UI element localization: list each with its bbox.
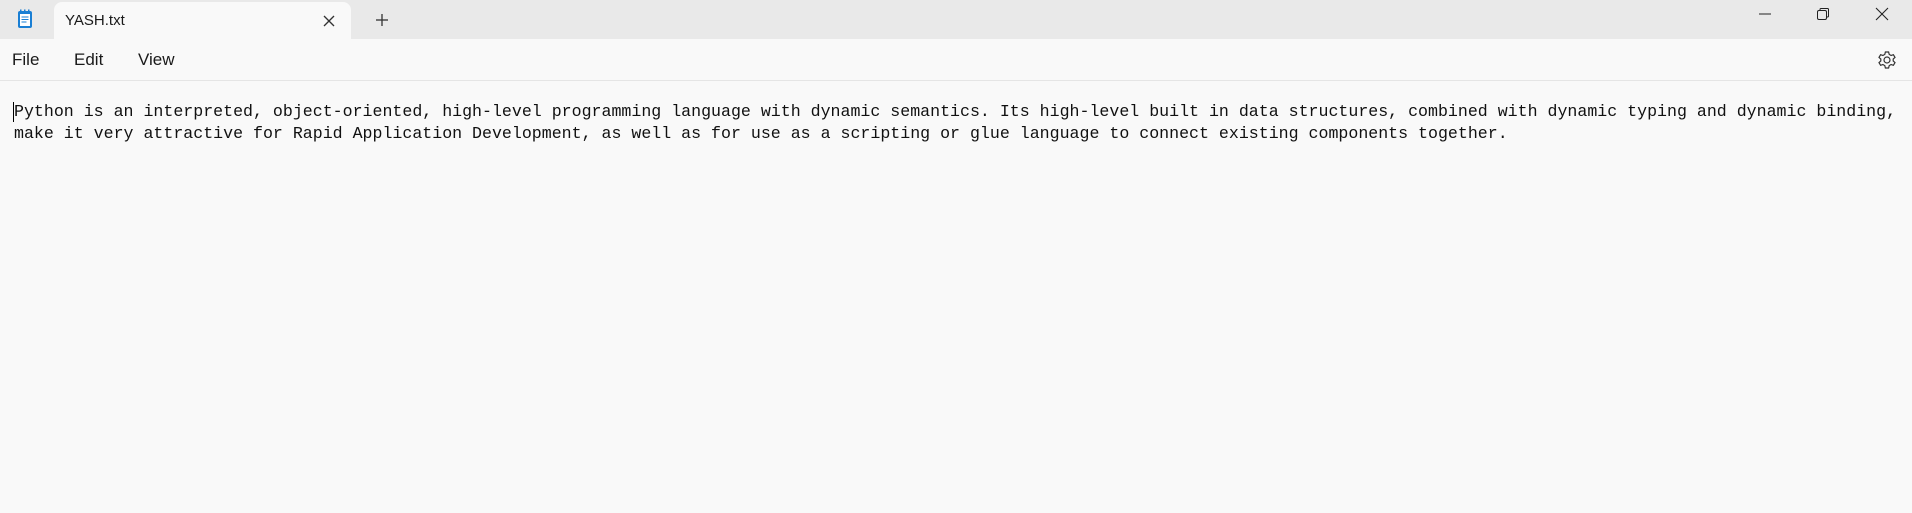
document-line: Python is an interpreted, object-oriente… bbox=[14, 102, 1897, 121]
text-editor[interactable]: Python is an interpreted, object-oriente… bbox=[0, 81, 1912, 513]
notepad-icon bbox=[14, 8, 36, 30]
restore-icon bbox=[1816, 7, 1830, 26]
menu-edit[interactable]: Edit bbox=[74, 50, 103, 70]
menu-bar: File Edit View bbox=[0, 39, 1912, 81]
tab-yash-txt[interactable]: YASH.txt bbox=[54, 2, 351, 39]
document-text[interactable]: Python is an interpreted, object-oriente… bbox=[14, 101, 1896, 145]
maximize-button[interactable] bbox=[1794, 0, 1852, 32]
menu-view[interactable]: View bbox=[138, 50, 175, 70]
document-line: make it very attractive for Rapid Applic… bbox=[14, 124, 1508, 143]
title-bar: YASH.txt bbox=[0, 0, 1912, 39]
close-icon[interactable] bbox=[321, 13, 337, 29]
close-window-button[interactable] bbox=[1853, 0, 1911, 32]
notepad-window: YASH.txt File Edit View Python is an int… bbox=[0, 0, 1912, 513]
menu-file[interactable]: File bbox=[12, 50, 39, 70]
gear-icon[interactable] bbox=[1876, 49, 1898, 71]
minimize-icon bbox=[1758, 7, 1772, 26]
minimize-button[interactable] bbox=[1736, 0, 1794, 32]
plus-icon[interactable] bbox=[372, 10, 392, 30]
tab-title: YASH.txt bbox=[65, 12, 125, 29]
close-icon bbox=[1875, 7, 1889, 26]
